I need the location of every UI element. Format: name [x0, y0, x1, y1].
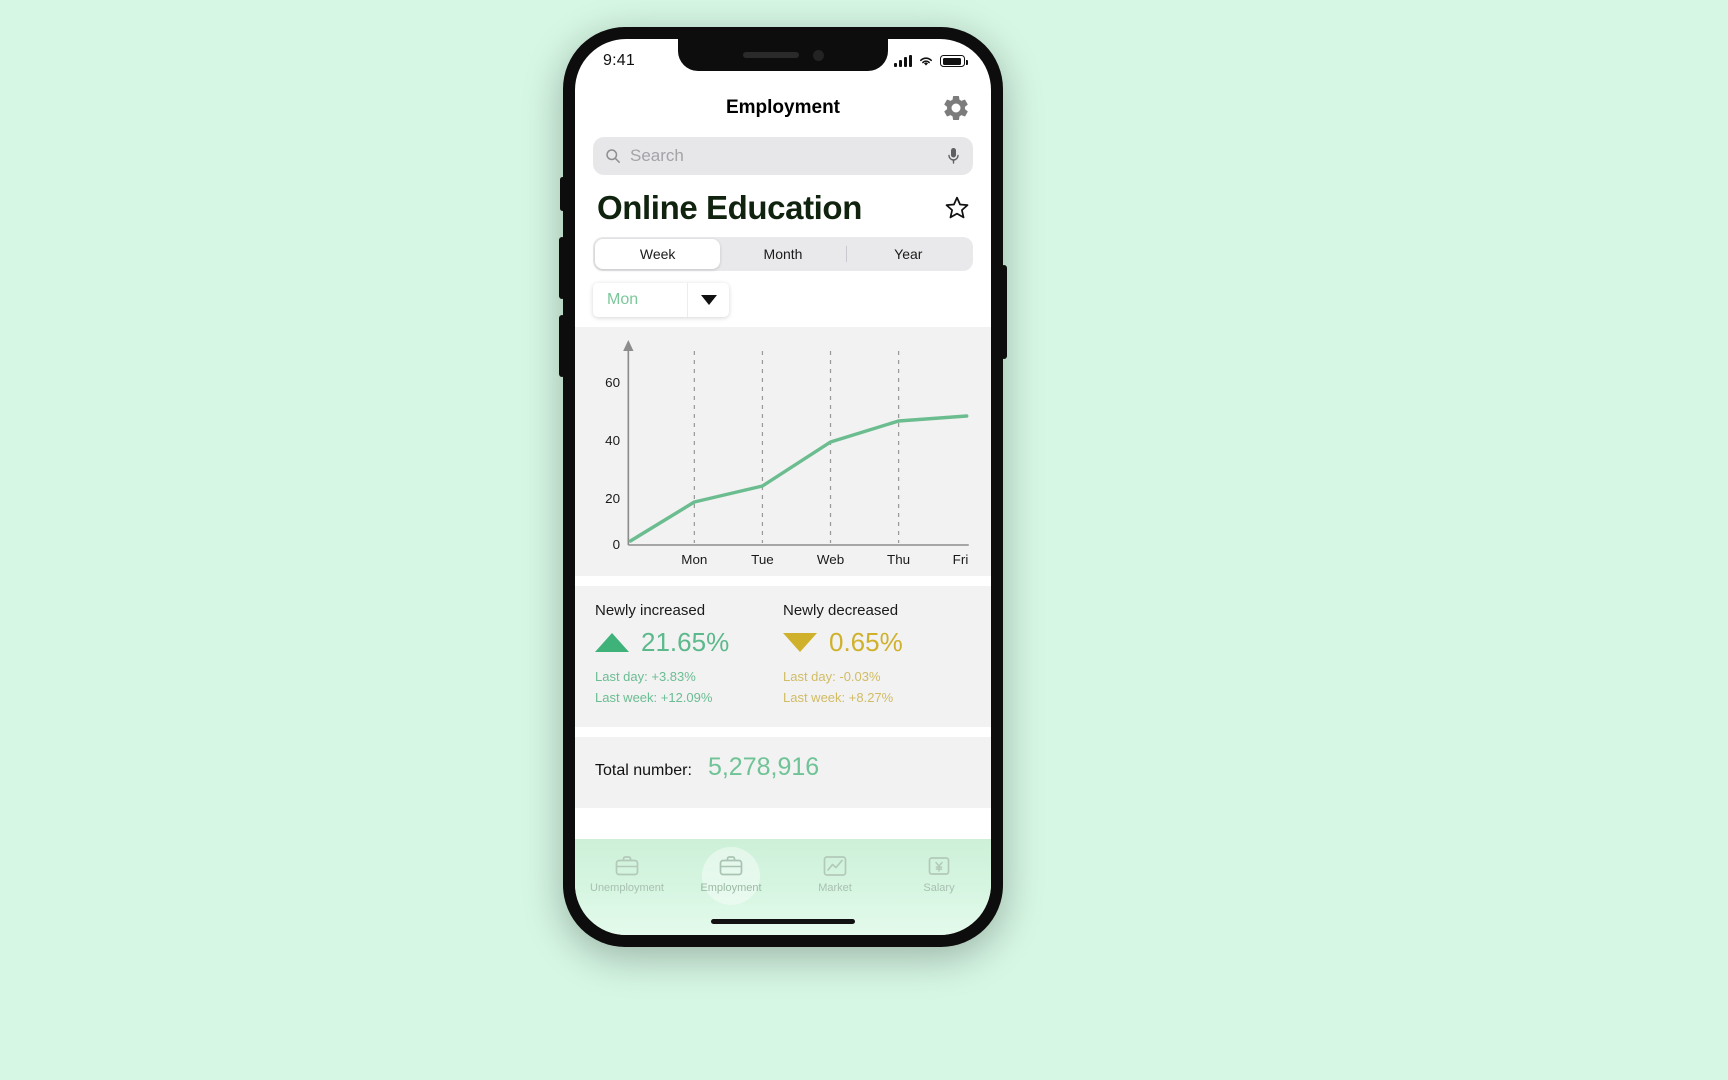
svg-text:0: 0: [613, 537, 620, 552]
power-button[interactable]: [1001, 265, 1007, 359]
tab-week[interactable]: Week: [595, 239, 721, 269]
stat-value: 21.65%: [641, 627, 730, 657]
tab-salary[interactable]: Salary: [887, 849, 991, 894]
chevron-down-icon[interactable]: [687, 283, 729, 317]
line-chart: 60 40 20 0 Mon Tue Web Thu Fri: [605, 340, 969, 567]
tab-month[interactable]: Month: [720, 239, 845, 269]
tab-market[interactable]: Market: [783, 849, 887, 894]
search-input[interactable]: Search: [593, 137, 973, 175]
star-outline-icon[interactable]: [943, 194, 971, 222]
period-selector: Week Month Year: [575, 237, 991, 271]
svg-text:Fri: Fri: [953, 552, 969, 567]
microphone-icon[interactable]: [946, 146, 961, 166]
segmented-control: Week Month Year: [593, 237, 973, 271]
status-icons: [894, 55, 968, 67]
tab-unemployment[interactable]: Unemployment: [575, 849, 679, 894]
stat-last-week: Last week: +12.09%: [595, 690, 713, 706]
tab-year[interactable]: Year: [845, 239, 971, 269]
tab-label: Employment: [700, 882, 762, 894]
phone-screen: 9:41 Employment Search Online Education …: [575, 39, 991, 935]
screenshot-root: 9:41 Employment Search Online Education …: [0, 0, 1728, 1080]
page-title-row: Online Education: [575, 183, 991, 237]
app-content: Employment Search Online Education Week …: [575, 83, 991, 935]
battery-icon: [940, 55, 968, 67]
notch: [678, 39, 888, 71]
stat-last-day: Last day: -0.03%: [783, 669, 881, 684]
total-label: Total number:: [595, 761, 692, 779]
search-placeholder: Search: [630, 146, 684, 165]
svg-text:Thu: Thu: [887, 552, 910, 567]
mute-switch[interactable]: [560, 177, 565, 211]
app-header: Employment: [575, 83, 991, 133]
svg-text:40: 40: [605, 433, 620, 448]
stat-value: 0.65%: [829, 627, 903, 657]
status-time: 9:41: [603, 52, 635, 69]
search-section: Search: [575, 133, 991, 183]
triangle-down-icon: [783, 633, 817, 652]
tab-employment[interactable]: Employment: [679, 849, 783, 894]
briefcase-icon: [719, 856, 743, 876]
svg-text:Mon: Mon: [681, 552, 707, 567]
total-value: 5,278,916: [707, 752, 820, 781]
chart-card: 60 40 20 0 Mon Tue Web Thu Fri: [575, 327, 991, 576]
home-indicator[interactable]: [711, 919, 855, 924]
briefcase-icon: [615, 856, 639, 876]
tab-label: Unemployment: [590, 882, 664, 894]
triangle-up-icon: [595, 633, 629, 652]
stat-newly-increased: Newly increased 21.65% Last day: +3.83% …: [595, 602, 783, 709]
yen-bill-icon: [928, 857, 950, 875]
stat-main: 0.65%: [783, 627, 971, 658]
svg-text:60: 60: [605, 375, 620, 390]
svg-text:Tue: Tue: [751, 552, 774, 567]
phone-frame: 9:41 Employment Search Online Education …: [559, 27, 1007, 947]
stat-label: Newly increased: [595, 602, 706, 619]
page-title: Online Education: [597, 189, 862, 226]
volume-down-button[interactable]: [559, 315, 565, 377]
volume-up-button[interactable]: [559, 237, 565, 299]
stat-main: 21.65%: [595, 627, 783, 658]
stat-label: Newly decreased: [783, 602, 899, 619]
wifi-icon: [920, 57, 932, 66]
front-camera-icon: [812, 49, 824, 61]
stats-card: Newly increased 21.65% Last day: +3.83% …: [575, 586, 991, 727]
stat-newly-decreased: Newly decreased 0.65% Last day: -0.03% L…: [783, 602, 971, 709]
tab-label: Market: [818, 882, 852, 894]
tab-label: Salary: [923, 882, 955, 894]
chart-line-icon: [823, 856, 847, 876]
cellular-signal-icon: [894, 55, 912, 67]
stat-last-week: Last week: +8.27%: [783, 690, 894, 706]
day-dropdown-value: Mon: [607, 291, 639, 308]
day-dropdown-wrap: Mon: [575, 271, 991, 327]
stat-last-day: Last day: +3.83%: [595, 669, 696, 684]
svg-text:Web: Web: [817, 552, 844, 567]
gear-icon[interactable]: [941, 93, 971, 123]
day-dropdown[interactable]: Mon: [593, 283, 729, 317]
earpiece-speaker: [742, 52, 799, 58]
svg-text:20: 20: [605, 491, 620, 506]
app-title: Employment: [725, 97, 841, 118]
search-icon: [606, 149, 620, 163]
total-card: Total number: 5,278,916: [575, 736, 991, 808]
